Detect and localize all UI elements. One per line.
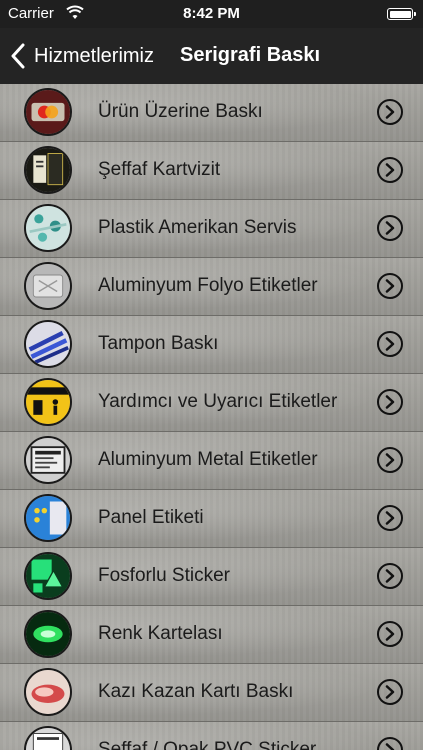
chevron-right-icon[interactable] xyxy=(377,157,403,183)
chevron-right-icon[interactable] xyxy=(377,621,403,647)
chevron-left-icon xyxy=(11,43,25,69)
chevron-right-icon[interactable] xyxy=(377,737,403,750)
services-list: Ürün Üzerine Baskı Şeffaf Kartvizit Plas… xyxy=(0,84,423,750)
item-label: Plastik Amerikan Servis xyxy=(98,217,297,238)
pvc-sticker-icon xyxy=(24,726,72,750)
item-label: Renk Kartelası xyxy=(98,623,223,644)
item-label: Panel Etiketi xyxy=(98,507,204,528)
item-label: Fosforlu Sticker xyxy=(98,565,230,586)
list-item[interactable]: Yardımcı ve Uyarıcı Etiketler xyxy=(0,374,423,432)
pens-icon xyxy=(24,320,72,368)
list-item[interactable]: Fosforlu Sticker xyxy=(0,548,423,606)
page-title: Serigrafi Baskı xyxy=(180,44,321,66)
item-label: Aluminyum Metal Etiketler xyxy=(98,449,318,470)
chevron-right-icon[interactable] xyxy=(377,505,403,531)
list-item[interactable]: Aluminyum Folyo Etiketler xyxy=(0,258,423,316)
color-chart-icon xyxy=(24,610,72,658)
chevron-right-icon[interactable] xyxy=(377,447,403,473)
transparent-card-icon xyxy=(24,146,72,194)
chevron-right-icon[interactable] xyxy=(377,679,403,705)
chevron-right-icon[interactable] xyxy=(377,273,403,299)
item-label: Aluminyum Folyo Etiketler xyxy=(98,275,318,296)
list-item[interactable]: Plastik Amerikan Servis xyxy=(0,200,423,258)
list-item[interactable]: Kazı Kazan Kartı Baskı xyxy=(0,664,423,722)
mastercard-card-icon xyxy=(24,88,72,136)
list-item[interactable]: Ürün Üzerine Baskı xyxy=(0,84,423,142)
list-item[interactable]: Panel Etiketi xyxy=(0,490,423,548)
metal-label-icon xyxy=(24,436,72,484)
list-item[interactable]: Şeffaf Kartvizit xyxy=(0,142,423,200)
chevron-right-icon[interactable] xyxy=(377,99,403,125)
list-item[interactable]: Aluminyum Metal Etiketler xyxy=(0,432,423,490)
item-label: Ürün Üzerine Baskı xyxy=(98,101,263,122)
warning-label-icon xyxy=(24,378,72,426)
chevron-right-icon[interactable] xyxy=(377,215,403,241)
item-label: Şeffaf Kartvizit xyxy=(98,159,221,180)
glow-sticker-icon xyxy=(24,552,72,600)
battery-icon xyxy=(387,8,416,20)
foil-label-icon xyxy=(24,262,72,310)
list-item[interactable]: Şeffaf / Opak PVC Sticker xyxy=(0,722,423,750)
item-label: Tampon Baskı xyxy=(98,333,219,354)
chevron-right-icon[interactable] xyxy=(377,563,403,589)
item-label: Kazı Kazan Kartı Baskı xyxy=(98,681,294,702)
back-label: Hizmetlerimiz xyxy=(34,44,154,67)
scratch-card-icon xyxy=(24,668,72,716)
navigation-bar: Hizmetlerimiz Serigrafi Baskı xyxy=(0,28,423,85)
list-item[interactable]: Renk Kartelası xyxy=(0,606,423,664)
item-label: Yardımcı ve Uyarıcı Etiketler xyxy=(98,391,338,412)
chevron-right-icon[interactable] xyxy=(377,389,403,415)
item-label: Şeffaf / Opak PVC Sticker xyxy=(98,739,317,750)
panel-label-icon xyxy=(24,494,72,542)
status-bar: Carrier 8:42 PM xyxy=(0,0,423,28)
chevron-right-icon[interactable] xyxy=(377,331,403,357)
list-item[interactable]: Tampon Baskı xyxy=(0,316,423,374)
placemat-icon xyxy=(24,204,72,252)
back-button[interactable]: Hizmetlerimiz xyxy=(10,42,154,70)
clock: 8:42 PM xyxy=(183,5,240,22)
